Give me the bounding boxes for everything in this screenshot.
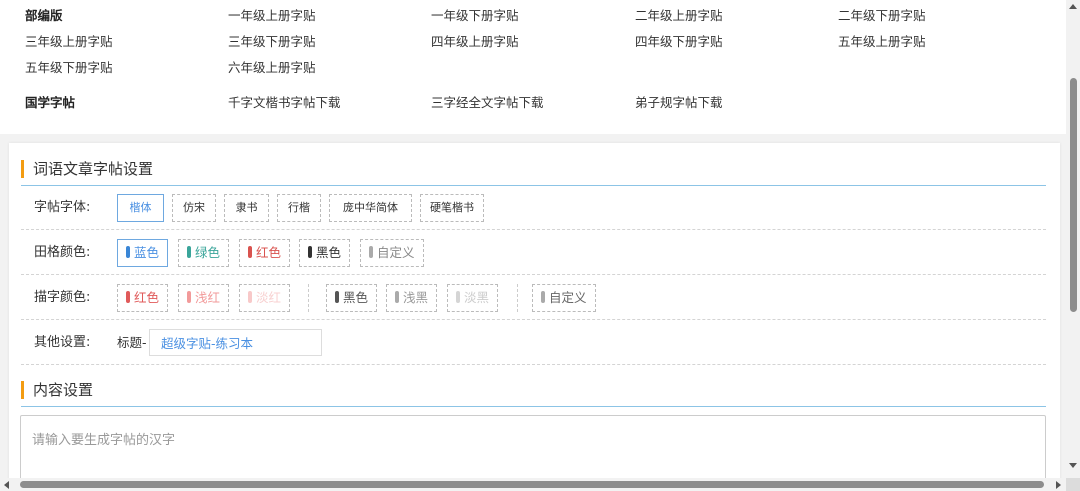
color-swatch xyxy=(126,246,130,258)
scroll-left-arrow-icon[interactable] xyxy=(4,481,9,489)
color-swatch xyxy=(335,291,339,303)
scroll-right-arrow-icon[interactable] xyxy=(1056,481,1061,489)
color-swatch xyxy=(308,246,312,258)
link-dizigui[interactable]: 弟子规字帖下载 xyxy=(635,93,723,113)
font-option-yingbi[interactable]: 硬笔楷书 xyxy=(420,194,484,222)
color-swatch xyxy=(369,246,373,258)
grid-color-black[interactable]: 黑色 xyxy=(299,239,351,267)
category-heading-bubian: 部编版 xyxy=(25,8,63,23)
font-row: 字帖字体: 楷体 仿宋 隶书 行楷 庞中华简体 硬笔楷书 xyxy=(21,186,1046,230)
link-grade3-lower[interactable]: 三年级下册字贴 xyxy=(228,32,316,52)
color-swatch xyxy=(395,291,399,303)
vertical-scrollbar[interactable] xyxy=(1066,0,1080,491)
font-label: 字帖字体: xyxy=(34,200,91,215)
font-option-fangsong[interactable]: 仿宋 xyxy=(172,194,216,222)
grid-color-green-label: 绿色 xyxy=(195,245,221,260)
link-grade4-lower[interactable]: 四年级下册字贴 xyxy=(635,32,723,52)
link-grade1-upper[interactable]: 一年级上册字贴 xyxy=(228,6,316,26)
link-grade5-lower[interactable]: 五年级下册字贴 xyxy=(25,58,113,78)
scrollbar-corner xyxy=(1066,478,1080,491)
trace-color-light-red[interactable]: 浅红 xyxy=(178,284,230,312)
option-separator xyxy=(517,284,518,312)
color-swatch xyxy=(456,291,460,303)
scroll-down-arrow-icon[interactable] xyxy=(1069,463,1077,468)
grade-links-panel: 部编版 一年级上册字贴 一年级下册字贴 二年级上册字贴 二年级下册字贴 三年级上… xyxy=(0,0,1066,134)
horizontal-scrollbar[interactable] xyxy=(0,478,1066,491)
grid-color-green[interactable]: 绿色 xyxy=(178,239,230,267)
trace-color-row: 描字颜色: 红色 浅红 淡红 黑色 浅黑 淡黑 自定义 xyxy=(21,276,1046,320)
trace-color-pale-black-label: 淡黑 xyxy=(464,290,490,305)
color-swatch xyxy=(248,291,252,303)
color-swatch xyxy=(187,291,191,303)
other-settings-row: 其他设置: 标题- xyxy=(21,321,1046,365)
grid-color-row: 田格颜色: 蓝色 绿色 红色 黑色 自定义 xyxy=(21,231,1046,275)
content-textarea[interactable] xyxy=(20,415,1046,485)
link-grade1-lower[interactable]: 一年级下册字贴 xyxy=(431,6,519,26)
title-prefix-label: 标题- xyxy=(117,335,147,350)
link-grade6-upper[interactable]: 六年级上册字贴 xyxy=(228,58,316,78)
color-swatch xyxy=(187,246,191,258)
link-sanzijing[interactable]: 三字经全文字帖下载 xyxy=(431,93,544,113)
grid-color-black-label: 黑色 xyxy=(316,245,342,260)
trace-color-custom-label: 自定义 xyxy=(549,290,587,305)
link-qianziwen[interactable]: 千字文楷书字帖下载 xyxy=(228,93,341,113)
font-option-xingkai[interactable]: 行楷 xyxy=(277,194,321,222)
option-separator xyxy=(308,284,309,312)
section-title-settings: 词语文章字帖设置 xyxy=(21,159,153,179)
link-grade5-upper[interactable]: 五年级上册字贴 xyxy=(838,32,926,52)
link-grade2-lower[interactable]: 二年级下册字贴 xyxy=(838,6,926,26)
font-option-lishu[interactable]: 隶书 xyxy=(224,194,269,222)
grid-color-custom[interactable]: 自定义 xyxy=(360,239,424,267)
font-option-pangzhonghua[interactable]: 庞中华简体 xyxy=(329,194,412,222)
trace-color-light-red-label: 浅红 xyxy=(195,290,221,305)
trace-color-red[interactable]: 红色 xyxy=(117,284,169,312)
trace-color-black[interactable]: 黑色 xyxy=(326,284,378,312)
other-settings-label: 其他设置: xyxy=(34,335,91,350)
section-divider xyxy=(21,406,1046,407)
grid-color-blue-label: 蓝色 xyxy=(134,245,160,260)
trace-color-custom[interactable]: 自定义 xyxy=(532,284,596,312)
trace-color-red-label: 红色 xyxy=(134,290,160,305)
color-swatch xyxy=(126,291,130,303)
link-grade4-upper[interactable]: 四年级上册字贴 xyxy=(431,32,519,52)
horizontal-scroll-thumb[interactable] xyxy=(20,481,1044,488)
trace-color-black-label: 黑色 xyxy=(343,290,369,305)
grid-color-label: 田格颜色: xyxy=(34,245,91,260)
trace-color-pale-red-label: 淡红 xyxy=(256,290,282,305)
vertical-scroll-thumb[interactable] xyxy=(1070,78,1077,312)
link-grade3-upper[interactable]: 三年级上册字贴 xyxy=(25,32,113,52)
scroll-up-arrow-icon[interactable] xyxy=(1069,4,1077,9)
grid-color-custom-label: 自定义 xyxy=(377,245,415,260)
section-title-content: 内容设置 xyxy=(21,380,93,400)
color-swatch xyxy=(541,291,545,303)
grid-color-red-label: 红色 xyxy=(256,245,282,260)
title-input[interactable] xyxy=(149,329,322,356)
color-swatch xyxy=(248,246,252,258)
trace-color-pale-black[interactable]: 淡黑 xyxy=(447,284,499,312)
trace-color-light-black[interactable]: 浅黑 xyxy=(386,284,438,312)
link-grade2-upper[interactable]: 二年级上册字贴 xyxy=(635,6,723,26)
trace-color-pale-red[interactable]: 淡红 xyxy=(239,284,291,312)
trace-color-light-black-label: 浅黑 xyxy=(403,290,429,305)
font-option-kaiti[interactable]: 楷体 xyxy=(117,194,164,222)
grid-color-red[interactable]: 红色 xyxy=(239,239,291,267)
trace-color-label: 描字颜色: xyxy=(34,290,91,305)
grid-color-blue[interactable]: 蓝色 xyxy=(117,239,169,267)
category-heading-guoxue: 国学字帖 xyxy=(25,95,76,110)
settings-card: 词语文章字帖设置 字帖字体: 楷体 仿宋 隶书 行楷 庞中华简体 硬笔楷书 田格… xyxy=(9,143,1060,491)
